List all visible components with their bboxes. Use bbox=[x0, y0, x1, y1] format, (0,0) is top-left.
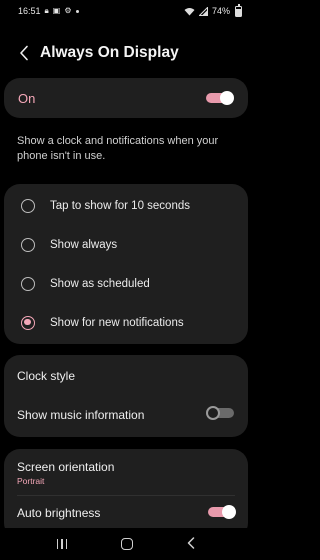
screen-orientation-value: Portrait bbox=[17, 476, 45, 486]
more-notifications-dot-icon bbox=[75, 9, 79, 13]
screen-settings-card: Screen orientation Portrait Auto brightn… bbox=[4, 449, 248, 539]
master-switch-row[interactable]: On bbox=[4, 78, 248, 118]
auto-brightness-label[interactable]: Auto brightness bbox=[17, 506, 100, 520]
music-info-label[interactable]: Show music information bbox=[17, 408, 144, 422]
recents-button[interactable] bbox=[56, 539, 68, 549]
toggle-thumb bbox=[206, 406, 220, 420]
option-tap-to-show[interactable]: Tap to show for 10 seconds bbox=[4, 186, 248, 225]
toggle-thumb bbox=[220, 91, 234, 105]
radio-button[interactable] bbox=[21, 315, 35, 330]
music-info-toggle[interactable] bbox=[206, 405, 236, 421]
back-button[interactable] bbox=[10, 39, 38, 67]
battery-icon bbox=[235, 4, 242, 17]
chevron-left-icon bbox=[20, 45, 28, 61]
option-show-always[interactable]: Show always bbox=[4, 225, 248, 264]
nav-back-button[interactable] bbox=[187, 537, 195, 551]
always-on-display-screen: 16:51 🔒︎ ▣ ⚙︎ 74% Always On Display On S… bbox=[0, 0, 252, 560]
radio-button[interactable] bbox=[21, 198, 35, 213]
gallery-icon: ▣ bbox=[52, 6, 61, 15]
home-button[interactable] bbox=[121, 538, 134, 550]
page-title: Always On Display bbox=[40, 44, 179, 61]
option-show-as-scheduled[interactable]: Show as scheduled bbox=[4, 264, 248, 303]
option-label: Tap to show for 10 seconds bbox=[50, 199, 190, 212]
battery-percent: 74% bbox=[211, 6, 230, 16]
status-time: 16:51 bbox=[18, 6, 41, 16]
radio-button[interactable] bbox=[21, 276, 35, 291]
master-switch-label: On bbox=[18, 90, 36, 106]
settings-notification-icon: ⚙︎ bbox=[64, 6, 72, 15]
screen-orientation-item[interactable]: Screen orientation bbox=[17, 460, 114, 474]
master-switch-toggle[interactable] bbox=[204, 90, 234, 106]
app-bar: Always On Display bbox=[0, 36, 252, 70]
radio-button[interactable] bbox=[21, 237, 35, 252]
divider bbox=[17, 495, 235, 496]
option-label: Show always bbox=[50, 238, 118, 251]
option-show-for-new-notifications[interactable]: Show for new notifications bbox=[4, 303, 248, 342]
status-bar-left: 16:51 🔒︎ ▣ ⚙︎ bbox=[18, 6, 79, 16]
clock-style-item[interactable]: Clock style bbox=[17, 369, 75, 383]
option-label: Show as scheduled bbox=[50, 277, 150, 290]
option-label: Show for new notifications bbox=[50, 316, 184, 329]
lock-icon: 🔒︎ bbox=[44, 6, 49, 15]
display-mode-options: Tap to show for 10 seconds Show always S… bbox=[4, 184, 248, 344]
feature-description: Show a clock and notifications when your… bbox=[17, 135, 219, 162]
navigation-bar bbox=[0, 528, 252, 560]
battery-fill bbox=[236, 8, 241, 16]
clock-settings-card: Clock style Show music information bbox=[4, 355, 248, 437]
signal-icon bbox=[198, 6, 208, 16]
status-bar-right: 74% bbox=[184, 4, 242, 17]
auto-brightness-toggle[interactable] bbox=[206, 504, 236, 520]
wifi-icon bbox=[184, 7, 195, 15]
toggle-thumb bbox=[222, 505, 236, 519]
status-bar: 16:51 🔒︎ ▣ ⚙︎ 74% bbox=[0, 0, 252, 22]
back-arrow-icon bbox=[187, 537, 195, 549]
recents-icon bbox=[56, 539, 59, 549]
